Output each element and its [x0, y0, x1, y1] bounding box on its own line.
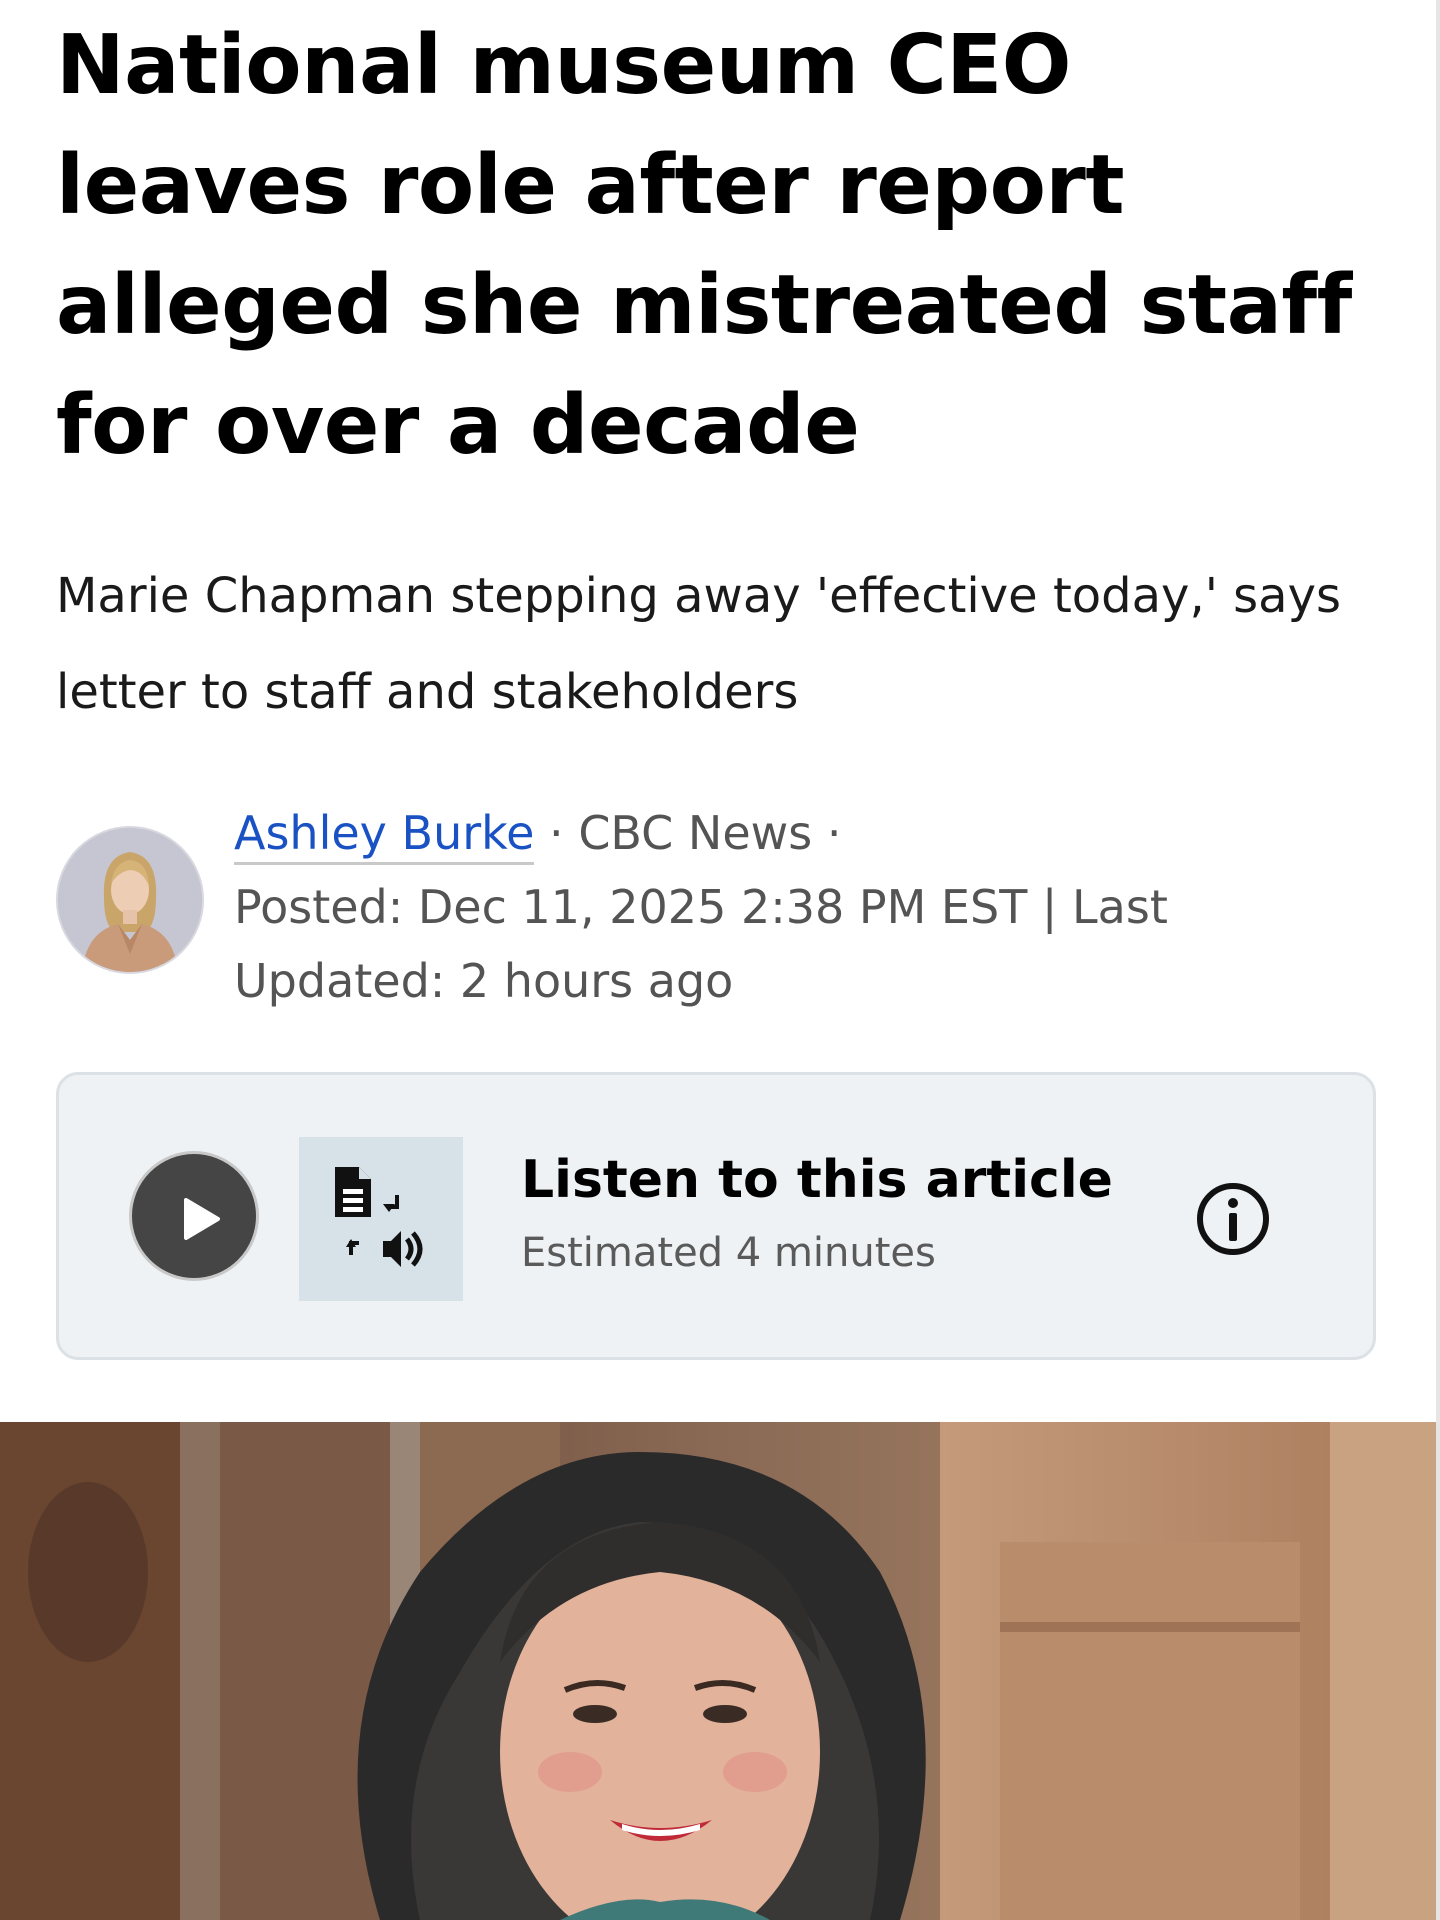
outlet-name: CBC News [578, 806, 813, 860]
listen-title: Listen to this article [521, 1150, 1113, 1210]
play-icon [184, 1198, 220, 1240]
info-icon [1197, 1183, 1269, 1255]
article-deck: Marie Chapman stepping away 'effective t… [56, 568, 1341, 720]
author-avatar[interactable] [56, 826, 204, 974]
posted-timestamp: Posted: Dec 11, 2025 2:38 PM EST | Last … [234, 880, 1168, 1008]
scroll-edge [1436, 0, 1440, 1920]
article-headline: National museum CEO leaves role after re… [56, 18, 1352, 473]
listen-estimate: Estimated 4 minutes [521, 1230, 936, 1276]
play-button[interactable] [129, 1151, 259, 1281]
tts-icon-container [299, 1137, 463, 1301]
author-link[interactable]: Ashley Burke [234, 806, 535, 865]
byline-separator: · [534, 806, 579, 860]
byline-separator-end: · [812, 806, 842, 860]
byline: Ashley Burke · CBC News · Posted: Dec 11… [56, 796, 1376, 1016]
listen-to-article-card: Listen to this article Estimated 4 minut… [56, 1072, 1376, 1360]
info-button[interactable] [1195, 1181, 1271, 1257]
text-to-speech-icon [335, 1167, 423, 1267]
byline-meta: Ashley Burke · CBC News · Posted: Dec 11… [234, 796, 1334, 1018]
article-lead-photo [0, 1422, 1436, 1920]
